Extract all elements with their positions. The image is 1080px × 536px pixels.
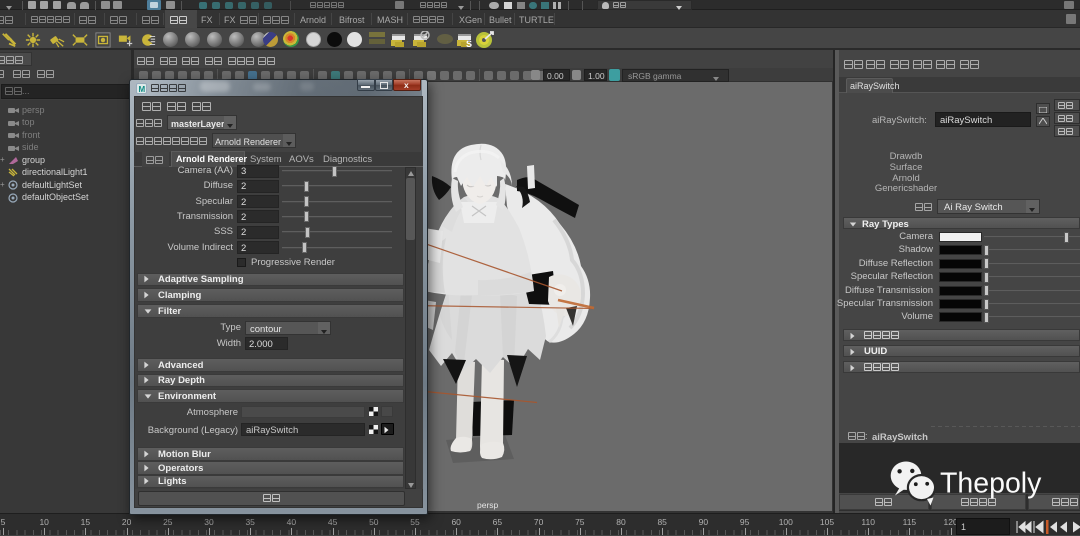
svg-text:Thepoly: Thepoly bbox=[940, 468, 1042, 500]
svg-text:S: S bbox=[466, 39, 472, 48]
